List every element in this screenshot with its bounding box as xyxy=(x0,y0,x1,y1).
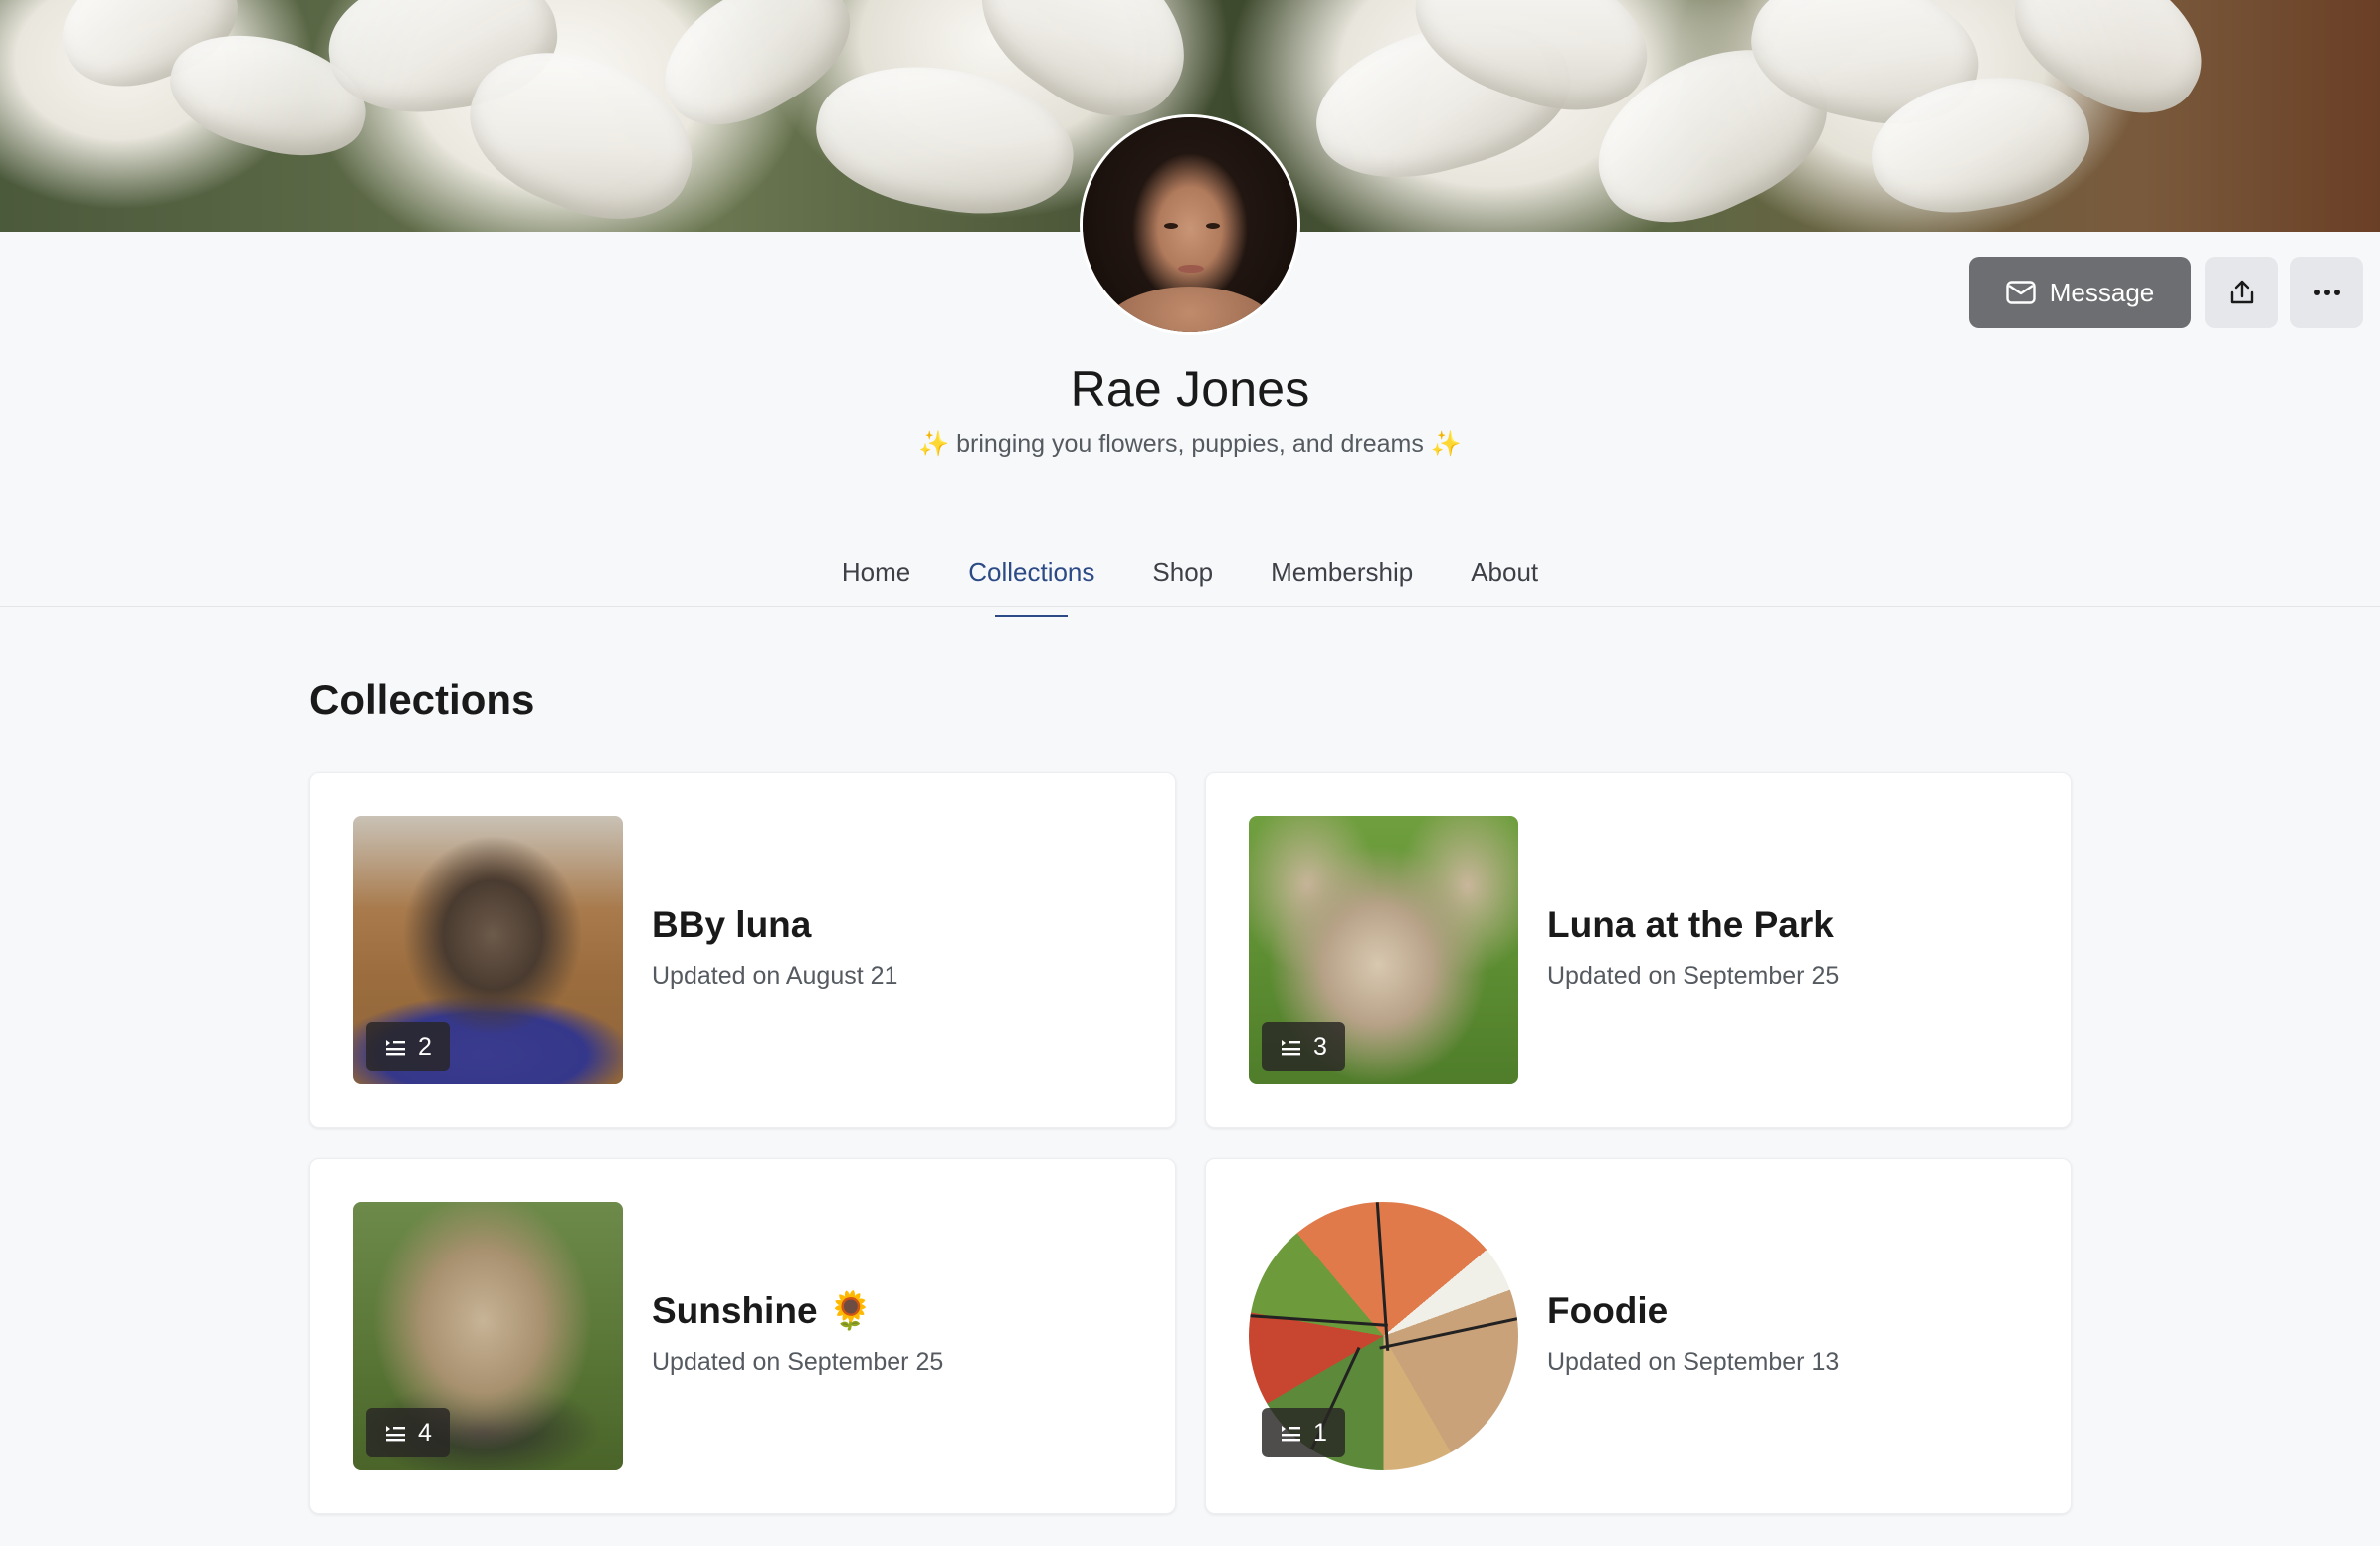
collection-card[interactable]: 2 BBy luna Updated on August 21 xyxy=(309,772,1176,1128)
collection-title[interactable]: BBy luna xyxy=(652,904,811,946)
share-icon xyxy=(2230,280,2253,304)
collection-title[interactable]: Foodie xyxy=(1547,1290,1668,1332)
list-icon xyxy=(386,1426,405,1442)
collection-thumbnail[interactable]: 1 xyxy=(1249,1202,1518,1470)
message-button-label: Message xyxy=(2049,277,2155,307)
list-icon xyxy=(386,1040,405,1056)
collection-card[interactable]: 1 Foodie Updated on September 13 xyxy=(1205,1158,2072,1514)
tab-shop[interactable]: Shop xyxy=(1152,547,1213,607)
item-count: 4 xyxy=(418,1418,432,1447)
item-count-badge: 2 xyxy=(366,1022,450,1071)
profile-name: Rae Jones xyxy=(1070,361,1310,417)
tab-home[interactable]: Home xyxy=(842,547,910,607)
sparkle-icon: ✨ xyxy=(918,430,950,458)
collection-card[interactable]: 3 Luna at the Park Updated on September … xyxy=(1205,772,2072,1128)
collection-updated: Updated on September 13 xyxy=(1547,1348,1840,1376)
collection-updated: Updated on August 21 xyxy=(652,962,898,990)
share-button[interactable] xyxy=(2205,257,2278,328)
item-count-badge: 1 xyxy=(1262,1408,1345,1457)
collection-title[interactable]: Sunshine 🌻 xyxy=(652,1290,874,1333)
collection-thumbnail[interactable]: 4 xyxy=(353,1202,623,1470)
profile-bio: ✨ bringing you flowers, puppies, and dre… xyxy=(0,430,2380,459)
ellipsis-icon xyxy=(2313,290,2340,295)
envelope-icon xyxy=(2006,281,2036,304)
message-button[interactable]: Message xyxy=(1969,257,2191,328)
item-count-badge: 4 xyxy=(366,1408,450,1457)
profile-tabs: Home Collections Shop Membership About xyxy=(0,547,2380,617)
more-options-button[interactable] xyxy=(2290,257,2363,328)
avatar[interactable] xyxy=(1083,117,1297,332)
tab-membership[interactable]: Membership xyxy=(1271,547,1413,607)
item-count: 1 xyxy=(1313,1418,1327,1447)
item-count: 3 xyxy=(1313,1032,1327,1061)
sparkle-icon: ✨ xyxy=(1430,430,1462,458)
collection-title[interactable]: Luna at the Park xyxy=(1547,904,1834,946)
collection-card[interactable]: 4 Sunshine 🌻 Updated on September 25 xyxy=(309,1158,1176,1514)
tab-divider xyxy=(0,606,2380,607)
tab-about[interactable]: About xyxy=(1471,547,1538,607)
collection-updated: Updated on September 25 xyxy=(652,1348,944,1376)
list-icon xyxy=(1282,1040,1300,1056)
collection-thumbnail[interactable]: 3 xyxy=(1249,816,1518,1084)
tab-collections[interactable]: Collections xyxy=(968,547,1094,617)
item-count: 2 xyxy=(418,1032,432,1061)
list-icon xyxy=(1282,1426,1300,1442)
collection-thumbnail[interactable]: 2 xyxy=(353,816,623,1084)
section-title: Collections xyxy=(309,676,535,723)
collection-updated: Updated on September 25 xyxy=(1547,962,1840,990)
profile-bio-text: bringing you flowers, puppies, and dream… xyxy=(949,430,1431,458)
item-count-badge: 3 xyxy=(1262,1022,1345,1071)
